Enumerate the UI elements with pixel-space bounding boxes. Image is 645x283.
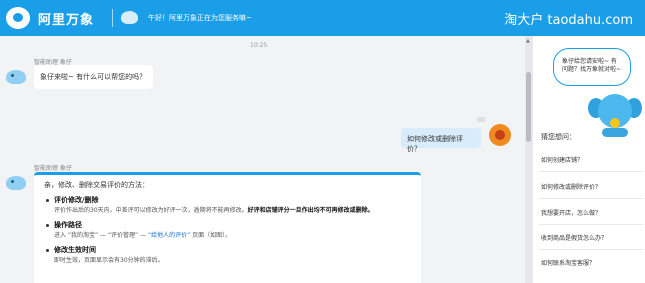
timestamp: 10:25 [250, 42, 268, 49]
section-title: 评价修改/删除 [54, 196, 99, 204]
elephant-mascot-icon [588, 94, 642, 138]
mascot-badge [610, 118, 620, 128]
section-body: 评价作出后的30天内，中差评可以修改为好评一次，逾期将不能再修改。好评和店铺评分… [54, 205, 411, 216]
section-title: 修改生效时间 [54, 246, 96, 254]
speech-cloud: 象仔给您请安啦~ 有问题？找万象就对啦~ [553, 48, 631, 86]
scroll-up-icon[interactable]: ▲ [526, 38, 530, 44]
chat-panel[interactable]: 10:25 智能助理 象仔 象仔来啦~ 有什么可以帮您的吗？ 如何修改或删除评价… [0, 36, 527, 283]
section-body-bold: 好评和店铺评分一旦作出均不可再修改或删除。 [247, 207, 374, 214]
greeting-text: 午好！阿里万象正在为您服务嘛~ [148, 14, 252, 22]
bot-message-text: 象仔来啦~ 有什么可以帮您的吗？ [40, 73, 147, 81]
user-message-bubble: 如何修改或删除评价？ [401, 128, 481, 153]
logo-text: 阿里万象 [38, 13, 95, 28]
evaluation-link[interactable]: “给他人的评价” [148, 232, 190, 239]
faq-divider [539, 249, 643, 250]
bot-sender-name: 智能助理 象仔 [34, 165, 72, 172]
top-header: 阿里万象 午好！阿里万象正在为您服务嘛~ 淘大户 taodahu.com [0, 0, 645, 36]
bot-answer-bubble: 亲，修改、删除交易评价的方法： 评价修改/删除 评价作出后的30天内，中差评可以… [34, 172, 421, 283]
alibaba-wanxiang-logo-icon [6, 7, 30, 29]
cloud-text: 象仔给您请安啦~ 有问题？找万象就对啦~ [562, 58, 622, 73]
answer-intro: 亲，修改、删除交易评价的方法： [44, 181, 149, 189]
bot-avatar-icon [6, 176, 26, 190]
faq-item[interactable]: 如何联系淘宝客服？ [541, 258, 641, 267]
taodahu-watermark: 淘大户 taodahu.com [504, 13, 633, 28]
answer-section: 操作路径 进入 “我的淘宝” — “评价管理” — “给他人的评价” 页面（如图… [44, 220, 411, 241]
bullet-icon [46, 199, 49, 202]
section-body-plain: 评价作出后的30天内，中差评可以修改为好评一次，逾期将不能再修改。 [54, 207, 248, 214]
header-divider [112, 9, 113, 27]
answer-section: 修改生效时间 即时生效，页面显示会有30分钟的滞后。 [44, 245, 411, 266]
chat-scrollbar[interactable]: ▲ [525, 36, 533, 283]
section-body: 进入 “我的淘宝” — “评价管理” — “给他人的评价” 页面（如图）。 [54, 230, 411, 241]
faq-item[interactable]: 收到商品是假货怎么办？ [541, 233, 641, 242]
bot-avatar-icon [121, 11, 138, 24]
faq-heading: 猜您想问： [541, 133, 576, 141]
mascot-feet [602, 128, 628, 137]
faq-item[interactable]: 如何修改或删除评价？ [541, 182, 641, 191]
bullet-icon [46, 249, 49, 252]
user-message-text: 如何修改或删除评价？ [407, 135, 463, 153]
faq-divider [539, 171, 643, 172]
right-sidebar: 象仔给您请安啦~ 有问题？找万象就对啦~ 猜您想问： 如何创建店铺？ 如何修改或… [533, 36, 645, 283]
path-suffix: 页面（如图）。 [190, 232, 232, 239]
faq-item[interactable]: 我想要开店，怎么做？ [541, 208, 641, 217]
faq-item[interactable]: 如何创建店铺？ [541, 155, 641, 164]
bot-avatar-icon [6, 70, 26, 84]
path-prefix: 进入 “我的淘宝” — “评价管理” — [54, 232, 148, 239]
section-title: 操作路径 [54, 221, 82, 229]
faq-divider [539, 198, 643, 199]
answer-section: 评价修改/删除 评价作出后的30天内，中差评可以修改为好评一次，逾期将不能再修改… [44, 195, 411, 216]
user-avatar-icon [489, 124, 511, 146]
bullet-icon [46, 224, 49, 227]
section-body: 即时生效，页面显示会有30分钟的滞后。 [54, 257, 164, 264]
scroll-thumb[interactable] [526, 72, 531, 142]
bot-message-bubble: 象仔来啦~ 有什么可以帮您的吗？ [34, 65, 153, 89]
faq-divider [539, 224, 643, 225]
blurred-tag [477, 117, 485, 122]
